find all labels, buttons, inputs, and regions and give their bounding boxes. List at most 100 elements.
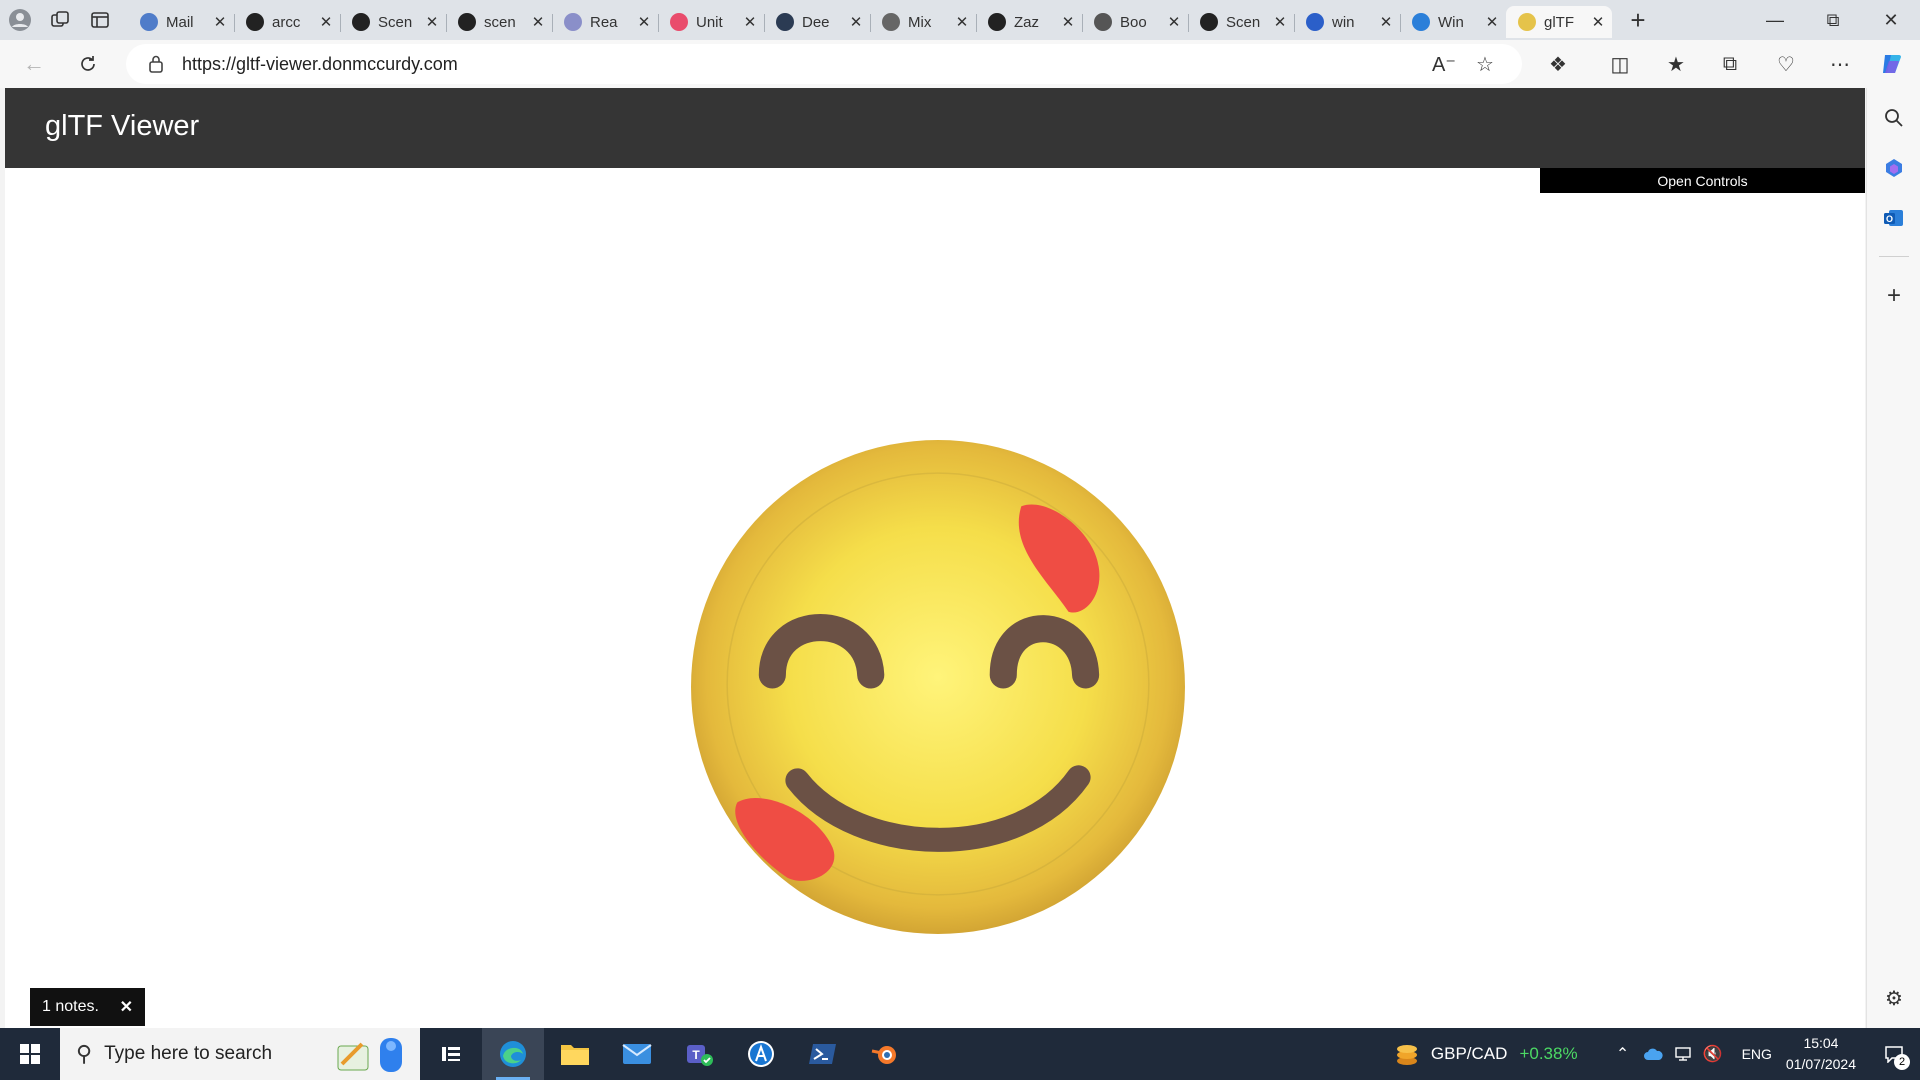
browser-tab[interactable]: win ✕ [1294, 6, 1400, 38]
new-tab-button[interactable]: + [1618, 0, 1658, 40]
browser-tab[interactable]: glTF ✕ [1506, 6, 1612, 38]
react-icon [564, 13, 582, 31]
close-tab-icon[interactable]: ✕ [530, 13, 546, 31]
taskbar-mail[interactable] [606, 1028, 668, 1080]
taskbar-blender[interactable] [854, 1028, 916, 1080]
sidebar-add-icon[interactable]: + [1880, 282, 1908, 310]
close-tab-icon[interactable]: ✕ [212, 13, 228, 31]
outlook-icon [140, 13, 158, 31]
close-tab-icon[interactable]: ✕ [636, 13, 652, 31]
close-notes-icon[interactable]: ✕ [120, 997, 133, 1017]
minimize-button[interactable]: — [1746, 0, 1804, 40]
calendar-icon [1412, 13, 1430, 31]
browser-tab[interactable]: scen ✕ [446, 6, 552, 38]
svg-text:T: T [692, 1048, 700, 1062]
taskbar-file-explorer[interactable] [544, 1028, 606, 1080]
profile-button[interactable] [0, 0, 40, 40]
browser-tab[interactable]: Dee ✕ [764, 6, 870, 38]
close-tab-icon[interactable]: ✕ [1166, 13, 1182, 31]
network-icon[interactable] [1668, 1046, 1698, 1062]
coin-stack-icon [1396, 1045, 1417, 1065]
show-hidden-icons-chevron-icon[interactable]: ⌃ [1608, 1044, 1638, 1064]
restore-icon: ⧉ [1826, 9, 1840, 30]
edge-icon [500, 1041, 526, 1067]
back-button[interactable]: ← [16, 46, 52, 82]
favorite-star-icon[interactable]: ☆ [1476, 52, 1494, 77]
clock[interactable]: 15:04 01/07/2024 [1786, 1033, 1856, 1075]
taskbar-app-store[interactable] [730, 1028, 792, 1080]
browser-tab[interactable]: arcc ✕ [234, 6, 340, 38]
sidebar-m365-icon[interactable] [1880, 154, 1908, 182]
browser-tab[interactable]: Unit ✕ [658, 6, 764, 38]
settings-more-button[interactable]: ⋯ [1822, 46, 1858, 82]
system-tray: GBP/CAD +0.38% ⌃ 🔇 ENG 15:04 01/07/2024 … [1393, 1028, 1920, 1080]
browser-tab[interactable]: Scen ✕ [340, 6, 446, 38]
ticker-change: +0.38% [1519, 1044, 1578, 1063]
browser-tab[interactable]: Win ✕ [1400, 6, 1506, 38]
smiling-face-model[interactable] [687, 436, 1189, 938]
3d-viewport[interactable] [5, 168, 1865, 1028]
notification-center-button[interactable]: 2 [1874, 1034, 1914, 1074]
sidebar-outlook-icon[interactable]: O [1880, 204, 1908, 232]
close-tab-icon[interactable]: ✕ [1484, 13, 1500, 31]
read-aloud-icon[interactable]: A⁻ [1432, 52, 1456, 77]
tab-title: Mix [908, 13, 932, 31]
close-tab-icon[interactable]: ✕ [1060, 13, 1076, 31]
address-bar[interactable]: https://gltf-viewer.donmccurdy.com A⁻ ☆ [126, 44, 1522, 84]
github-icon [988, 13, 1006, 31]
language-indicator[interactable]: ENG [1742, 1046, 1772, 1062]
search-highlight-icon [337, 1038, 402, 1072]
favorites-button[interactable]: ★ [1658, 46, 1694, 82]
browser-tab[interactable]: Zaz ✕ [976, 6, 1082, 38]
svg-text:O: O [1886, 214, 1893, 224]
workspaces-button[interactable] [40, 0, 80, 40]
browser-tab[interactable]: Scen ✕ [1188, 6, 1294, 38]
browser-essentials-button[interactable]: ♡ [1768, 46, 1804, 82]
close-window-button[interactable]: ✕ [1862, 0, 1920, 40]
tab-actions-button[interactable] [80, 0, 120, 40]
more-dots-icon: ⋯ [1830, 53, 1850, 76]
browser-tab[interactable]: Rea ✕ [552, 6, 658, 38]
url-text[interactable]: https://gltf-viewer.donmccurdy.com [182, 54, 458, 75]
taskbar-teams[interactable]: T [668, 1028, 730, 1080]
extensions-button[interactable]: ❖ [1540, 46, 1576, 82]
split-screen-button[interactable]: ◫ [1602, 46, 1638, 82]
close-tab-icon[interactable]: ✕ [742, 13, 758, 31]
app-a-icon [748, 1041, 774, 1067]
close-tab-icon[interactable]: ✕ [1378, 13, 1394, 31]
sidebar-search-icon[interactable] [1880, 104, 1908, 132]
browser-tab[interactable]: Boo ✕ [1082, 6, 1188, 38]
tab-title: Zaz [1014, 13, 1040, 31]
plus-icon: + [1630, 4, 1646, 35]
notes-toast: 1 notes. ✕ [30, 988, 145, 1026]
taskbar-edge[interactable] [482, 1028, 544, 1080]
currency-widget[interactable]: GBP/CAD +0.38% [1393, 1041, 1578, 1067]
teams-icon: T [687, 1045, 713, 1066]
collections-button[interactable]: ⧉ [1712, 46, 1748, 82]
close-tab-icon[interactable]: ✕ [424, 13, 440, 31]
sidebar-settings-icon[interactable]: ⚙ [1880, 984, 1908, 1012]
browser-tab[interactable]: Mail ✕ [128, 6, 234, 38]
copilot-button[interactable] [1874, 46, 1910, 82]
taskbar-powershell[interactable] [792, 1028, 854, 1080]
close-tab-icon[interactable]: ✕ [318, 13, 334, 31]
close-tab-icon[interactable]: ✕ [1590, 13, 1606, 31]
task-view-button[interactable] [420, 1028, 482, 1080]
close-tab-icon[interactable]: ✕ [848, 13, 864, 31]
close-tab-icon[interactable]: ✕ [1272, 13, 1288, 31]
tab-title: Unit [696, 13, 723, 31]
start-button[interactable] [0, 1028, 60, 1080]
lock-icon[interactable] [136, 55, 176, 73]
refresh-button[interactable] [70, 46, 106, 82]
restore-button[interactable]: ⧉ [1804, 0, 1862, 40]
close-tab-icon[interactable]: ✕ [954, 13, 970, 31]
search-placeholder: Type here to search [104, 1043, 273, 1064]
browser-tab[interactable]: Mix ✕ [870, 6, 976, 38]
open-controls-button[interactable]: Open Controls [1540, 168, 1865, 193]
workspaces-icon [51, 11, 69, 27]
volume-muted-icon[interactable]: 🔇 [1698, 1044, 1728, 1064]
taskbar-search-box[interactable]: ⚲ Type here to search [60, 1028, 420, 1080]
onedrive-icon[interactable] [1638, 1047, 1668, 1061]
document-icon [1094, 13, 1112, 31]
address-bar-row: ← https://gltf-viewer.donmccurdy.com A⁻ … [0, 40, 1920, 88]
